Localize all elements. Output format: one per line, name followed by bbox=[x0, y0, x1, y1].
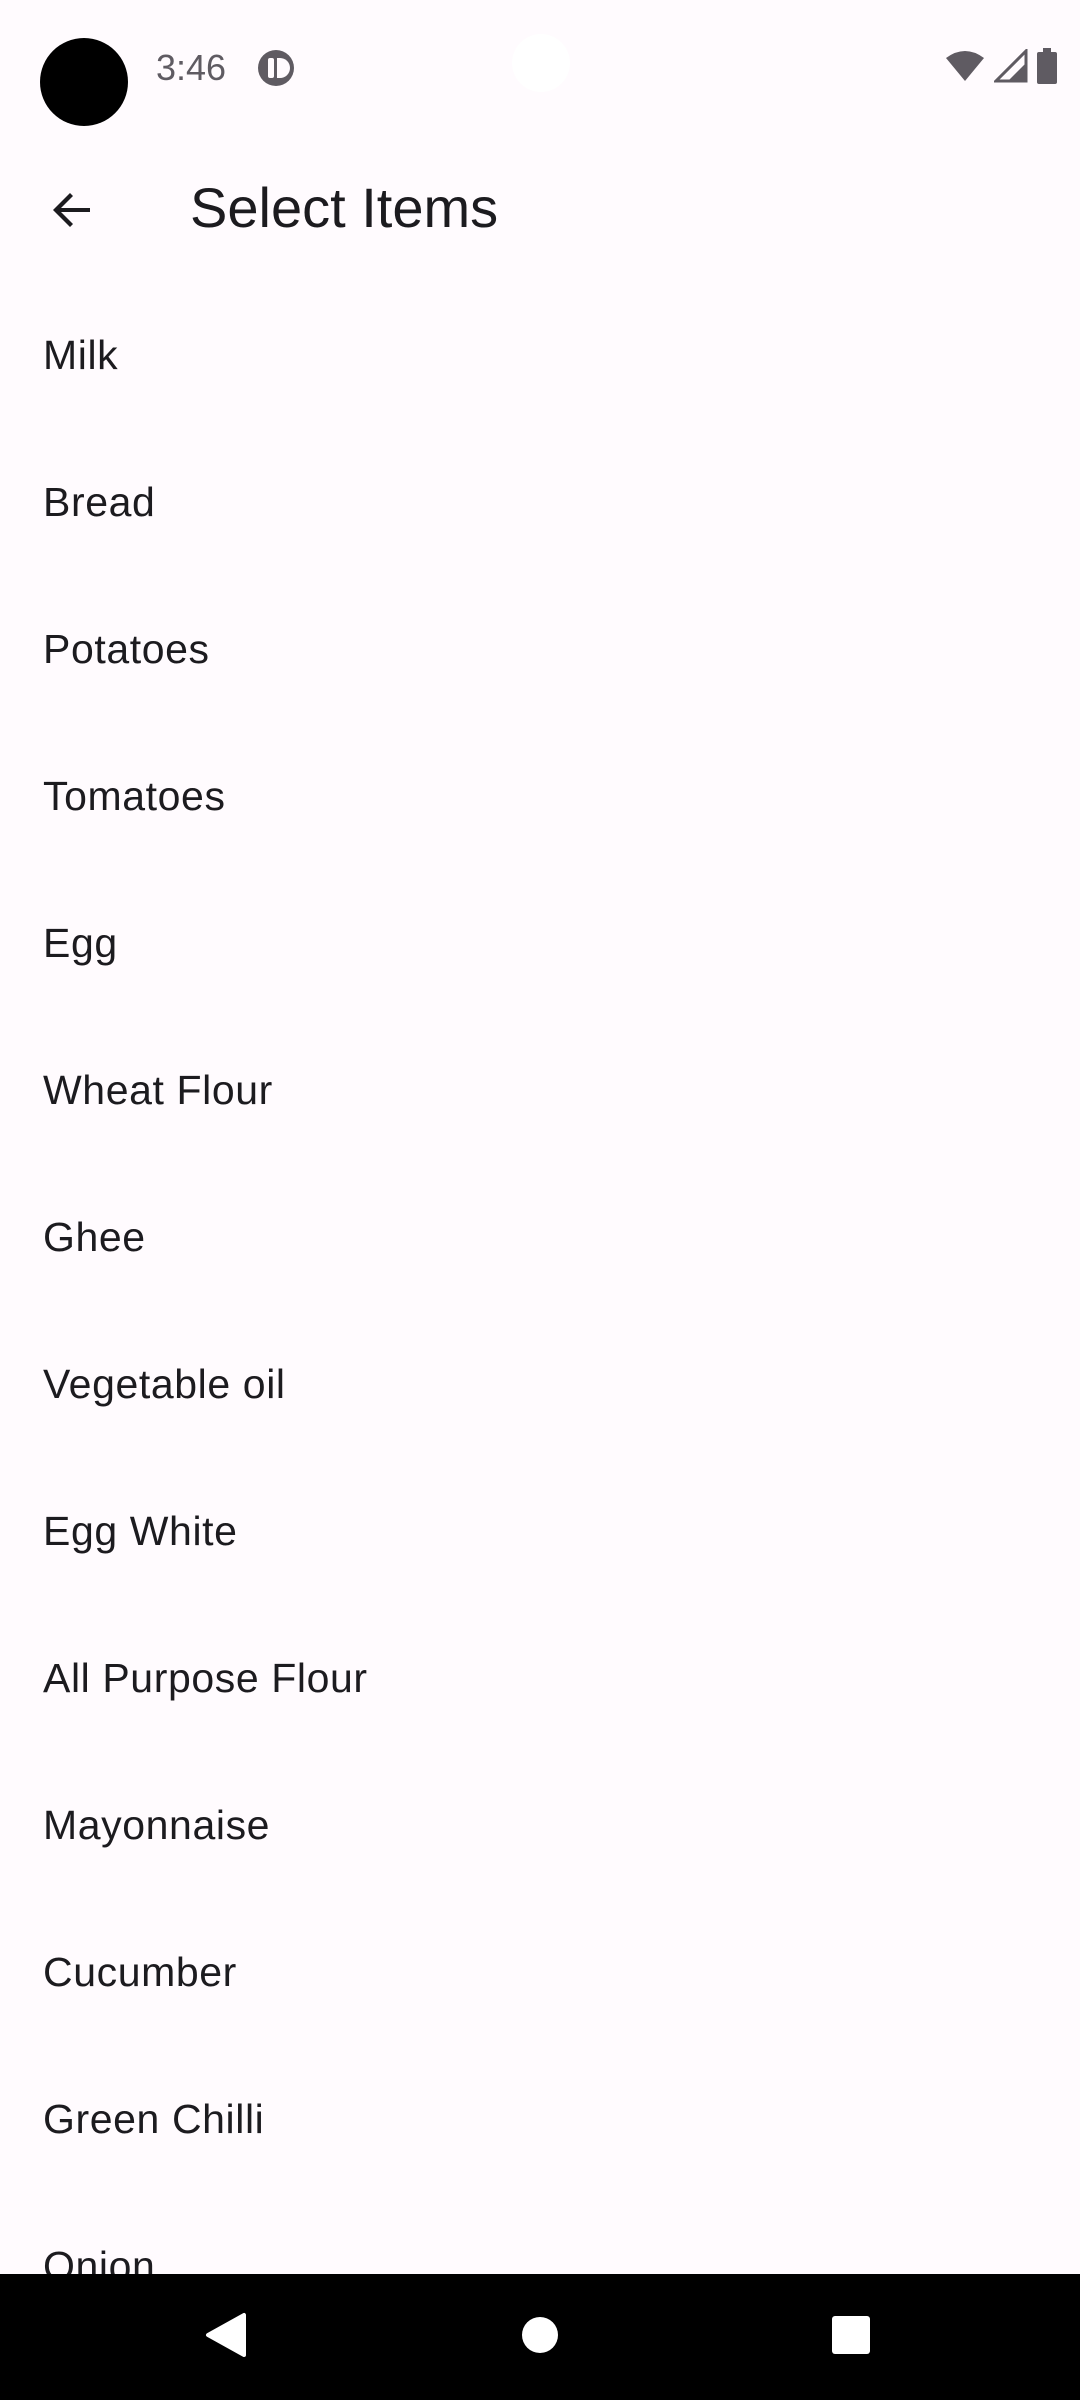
list-item[interactable]: Cucumber bbox=[0, 1899, 1080, 2046]
app-bar: Select Items bbox=[0, 150, 1080, 266]
list-item-label: All Purpose Flour bbox=[43, 1655, 368, 1701]
list-item-label: Mayonnaise bbox=[43, 1802, 271, 1848]
list-item-label: Wheat Flour bbox=[43, 1067, 273, 1113]
nav-home-button[interactable] bbox=[500, 2297, 580, 2377]
list-item-label: Vegetable oil bbox=[43, 1361, 286, 1407]
list-item-label: Tomatoes bbox=[43, 773, 226, 819]
nav-recents-button[interactable] bbox=[811, 2297, 891, 2377]
list-item[interactable]: Bread bbox=[0, 429, 1080, 576]
screen: 3:46 Select Items Milk Bread Potatoes To… bbox=[0, 0, 1080, 2400]
status-indicators bbox=[944, 46, 1058, 89]
list-item-label: Green Chilli bbox=[43, 2096, 265, 2142]
list-item-label: Ghee bbox=[43, 1214, 146, 1260]
list-item[interactable]: Wheat Flour bbox=[0, 1017, 1080, 1164]
app-notification-icon bbox=[256, 48, 296, 88]
arrow-back-icon bbox=[48, 186, 96, 239]
page-title: Select Items bbox=[190, 176, 499, 239]
list-item[interactable]: Tomatoes bbox=[0, 723, 1080, 870]
list-item-label: Onion bbox=[43, 2243, 156, 2274]
back-button[interactable] bbox=[28, 168, 116, 256]
list-item[interactable]: Mayonnaise bbox=[0, 1752, 1080, 1899]
list-item-label: Egg White bbox=[43, 1508, 238, 1554]
list-item-label: Bread bbox=[43, 479, 156, 525]
battery-icon bbox=[1036, 47, 1058, 89]
avatar bbox=[40, 38, 128, 126]
list-item[interactable]: Milk bbox=[0, 282, 1080, 429]
list-item-label: Potatoes bbox=[43, 626, 210, 672]
list-item[interactable]: Egg bbox=[0, 870, 1080, 1017]
cellular-signal-icon bbox=[992, 46, 1028, 88]
nav-back-button[interactable] bbox=[186, 2297, 266, 2377]
list-item[interactable]: All Purpose Flour bbox=[0, 1605, 1080, 1752]
list-item[interactable]: Onion bbox=[0, 2193, 1080, 2274]
list-item[interactable]: Vegetable oil bbox=[0, 1311, 1080, 1458]
back-triangle-icon bbox=[204, 2311, 248, 2364]
list-item[interactable]: Ghee bbox=[0, 1164, 1080, 1311]
camera-cutout bbox=[512, 34, 570, 92]
system-nav-bar bbox=[0, 2274, 1080, 2400]
list-item[interactable]: Potatoes bbox=[0, 576, 1080, 723]
home-circle-icon bbox=[520, 2315, 560, 2360]
status-bar: 3:46 bbox=[0, 0, 1080, 132]
list-item[interactable]: Green Chilli bbox=[0, 2046, 1080, 2193]
list-item-label: Cucumber bbox=[43, 1949, 237, 1995]
status-time: 3:46 bbox=[156, 47, 227, 88]
recents-square-icon bbox=[831, 2315, 871, 2360]
wifi-icon bbox=[944, 49, 986, 88]
items-list[interactable]: Milk Bread Potatoes Tomatoes Egg Wheat F… bbox=[0, 282, 1080, 2274]
list-item[interactable]: Egg White bbox=[0, 1458, 1080, 1605]
list-item-label: Egg bbox=[43, 920, 118, 966]
list-item-label: Milk bbox=[43, 332, 119, 378]
